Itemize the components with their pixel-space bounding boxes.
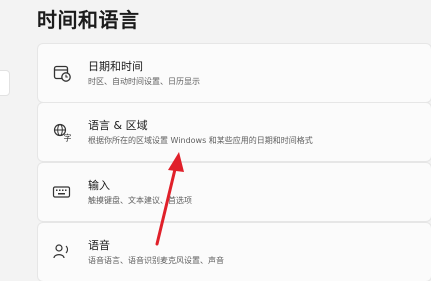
language-globe-icon: 字 bbox=[52, 122, 72, 143]
settings-card-typing[interactable]: 输入 触摸键盘、文本建议、首选项 bbox=[38, 163, 431, 221]
card-title: 输入 bbox=[88, 179, 110, 192]
card-description: 根据你所在的区域设置 Windows 和某些应用的日期和时间格式 bbox=[88, 136, 313, 145]
sidebar-search-edge[interactable] bbox=[0, 70, 10, 96]
speech-person-icon bbox=[52, 242, 72, 262]
card-title: 语言 & 区域 bbox=[88, 119, 148, 132]
card-description: 时区、自动时间设置、日历显示 bbox=[88, 77, 200, 86]
svg-text:字: 字 bbox=[64, 133, 72, 143]
settings-card-speech[interactable]: 语音 语音语言、语音识别麦克风设置、声音 bbox=[38, 223, 431, 281]
card-title: 语音 bbox=[88, 239, 110, 252]
page-title: 时间和语言 bbox=[37, 8, 140, 32]
calendar-clock-icon bbox=[52, 63, 72, 83]
card-title: 日期和时间 bbox=[88, 60, 143, 73]
settings-card-date-time[interactable]: 日期和时间 时区、自动时间设置、日历显示 bbox=[38, 44, 431, 102]
settings-card-language-region[interactable]: 字 语言 & 区域 根据你所在的区域设置 Windows 和某些应用的日期和时间… bbox=[38, 103, 431, 161]
keyboard-icon bbox=[52, 182, 72, 202]
card-description: 触摸键盘、文本建议、首选项 bbox=[88, 196, 192, 205]
